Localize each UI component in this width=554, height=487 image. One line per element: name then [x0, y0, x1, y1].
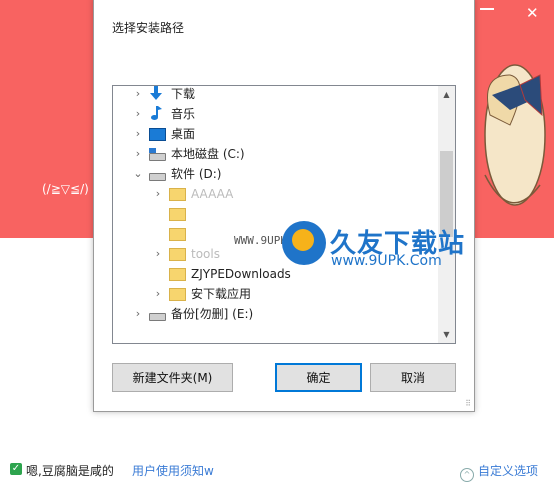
expand-chevron-icon[interactable]: ›: [133, 124, 143, 144]
tree-item[interactable]: › 音乐: [113, 104, 433, 124]
desktop-icon: [149, 128, 166, 141]
tree-scrollbar[interactable]: ▲ ▼: [438, 86, 455, 343]
tree-item[interactable]: › 下载: [113, 86, 433, 104]
expand-chevron-icon[interactable]: ›: [133, 304, 143, 324]
folder-icon: [169, 228, 186, 241]
tree-item[interactable]: › tools: [113, 244, 433, 264]
collapse-chevron-icon[interactable]: ⌄: [133, 164, 143, 184]
folder-icon: [169, 268, 186, 281]
download-arrow-icon: [149, 86, 163, 101]
mascot-illustration: [484, 64, 546, 206]
tree-item-label: 软件 (D:): [171, 167, 222, 181]
tree-item-label: 备份[勿删] (E:): [171, 307, 254, 321]
tree-item[interactable]: ZJYPEDownloads: [113, 264, 433, 284]
scroll-thumb[interactable]: [440, 151, 453, 237]
folder-icon: [169, 188, 186, 201]
user-agreement-link[interactable]: 用户使用须知w: [132, 462, 214, 479]
tree-item[interactable]: ⌄ 软件 (D:): [113, 164, 433, 184]
tree-item-label: 本地磁盘 (C:): [171, 147, 245, 161]
tree-item-label: 安下载应用: [191, 287, 252, 301]
music-note-icon: [149, 105, 164, 120]
expand-chevron-icon[interactable]: ›: [133, 104, 143, 124]
agree-checkbox[interactable]: ✓: [10, 463, 22, 475]
expand-chevron-icon[interactable]: ›: [133, 86, 143, 104]
tree-item[interactable]: [113, 204, 433, 224]
select-install-path-dialog: 选择安装路径 › 下载 › 音乐 › 桌面 › 本地磁盘 (C:) ⌄ 软件 (D:) › AAAAA…: [93, 0, 475, 412]
tree-item[interactable]: › 备份[勿删] (E:): [113, 304, 433, 324]
tree-item-label: tools: [191, 247, 220, 261]
tree-item[interactable]: › 安下载应用: [113, 284, 433, 304]
tree-item[interactable]: [113, 224, 433, 244]
dialog-title: 选择安装路径: [112, 21, 185, 35]
folder-icon: [169, 208, 186, 221]
tree-item-label: AAAAA: [191, 187, 234, 201]
folder-tree[interactable]: › 下载 › 音乐 › 桌面 › 本地磁盘 (C:) ⌄ 软件 (D:) › AAAAA › tools Z…: [112, 85, 456, 344]
tree-item-label: ZJYPEDownloads: [191, 267, 291, 281]
resize-grip-icon[interactable]: ⠿: [465, 399, 471, 408]
minimize-button[interactable]: [480, 8, 494, 10]
tree-item[interactable]: › 桌面: [113, 124, 433, 144]
expand-chevron-icon[interactable]: ›: [153, 284, 163, 304]
custom-options-label: 自定义选项: [478, 464, 539, 478]
expand-chevron-icon[interactable]: ›: [133, 144, 143, 164]
scroll-up-icon[interactable]: ▲: [438, 86, 455, 103]
tree-item[interactable]: › AAAAA: [113, 184, 433, 204]
agree-label: 嗯,豆腐脑是咸的: [26, 464, 114, 478]
folder-icon: [169, 248, 186, 261]
drive-icon: [149, 313, 166, 321]
system-drive-icon: [149, 148, 166, 161]
banner-text: (/≧▽≦/): [42, 182, 89, 196]
tree-item-label: 桌面: [171, 127, 196, 141]
ok-button[interactable]: 确定: [275, 363, 362, 392]
tree-item[interactable]: › 本地磁盘 (C:): [113, 144, 433, 164]
chevron-up-icon: ^: [460, 468, 474, 482]
cancel-button[interactable]: 取消: [370, 363, 456, 392]
close-icon[interactable]: ✕: [526, 6, 539, 21]
custom-options-button[interactable]: ^ 自定义选项: [460, 462, 538, 482]
expand-chevron-icon[interactable]: ›: [153, 184, 163, 204]
expand-chevron-icon[interactable]: ›: [153, 244, 163, 264]
scroll-down-icon[interactable]: ▼: [438, 326, 455, 343]
tree-item-label: 音乐: [171, 107, 196, 121]
folder-icon: [169, 288, 186, 301]
tree-item-label: 下载: [171, 87, 196, 101]
drive-icon: [149, 173, 166, 181]
new-folder-button[interactable]: 新建文件夹(M): [112, 363, 233, 392]
